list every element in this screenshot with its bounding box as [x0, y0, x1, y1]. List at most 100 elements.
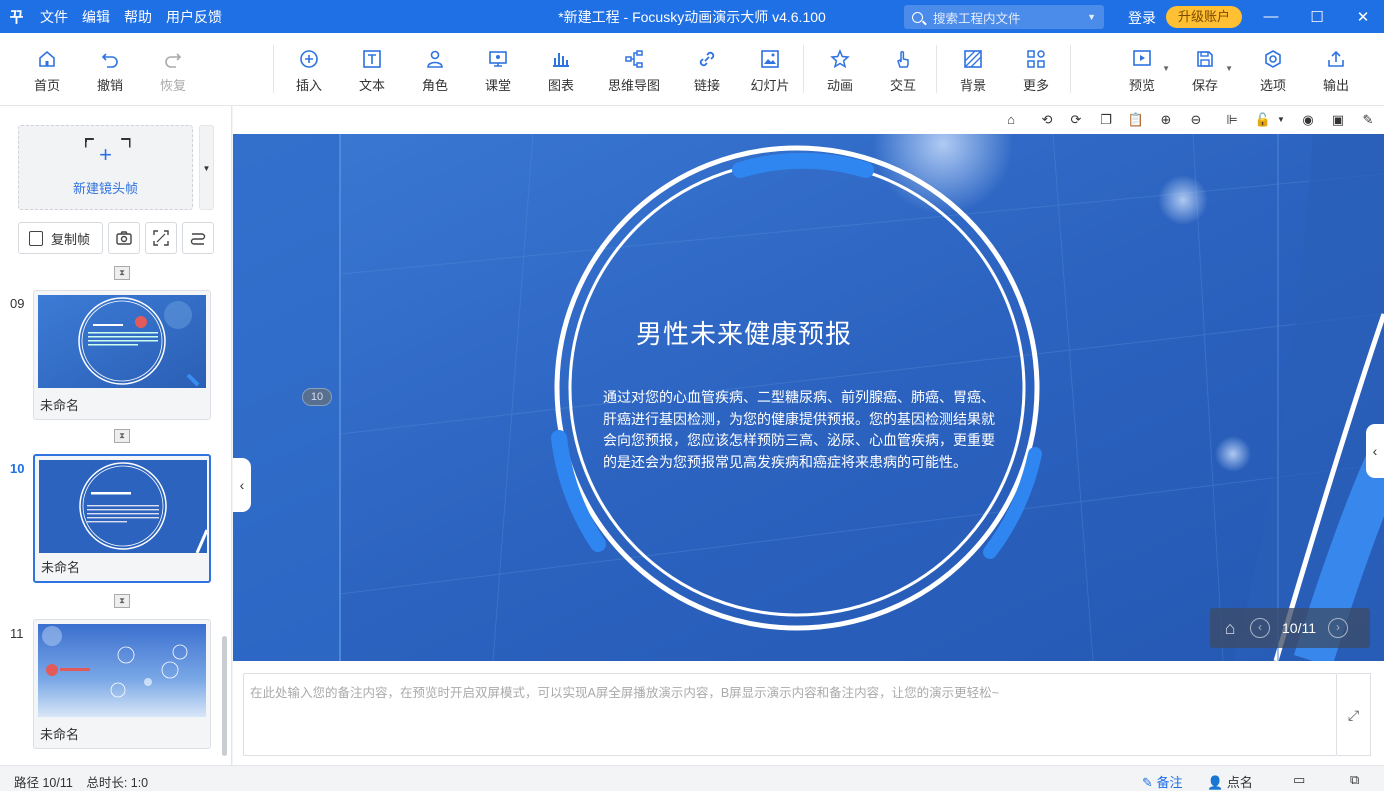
frame-preview	[38, 295, 206, 388]
menu-bar: 文件 编辑 帮助 用户反馈	[33, 7, 229, 27]
chevron-down-icon[interactable]: ▼	[1087, 12, 1096, 22]
frame-thumbnail-09[interactable]: 未命名	[33, 290, 211, 420]
title-bar: 꾸 文件 编辑 帮助 用户反馈 *新建工程 - Focusky动画演示大师 v4…	[0, 0, 1384, 33]
chart-button[interactable]: 图表	[531, 45, 591, 94]
copy-frame-button[interactable]: 复制帧	[18, 222, 103, 254]
replace-image-icon[interactable]: ▣	[1329, 111, 1347, 129]
camera-button[interactable]	[108, 222, 140, 254]
chevron-left-icon: ‹	[239, 477, 245, 493]
undo-button[interactable]: 撤销	[80, 45, 140, 94]
animation-button[interactable]: 动画	[810, 45, 870, 94]
frame-thumbnail-10[interactable]: 未命名	[33, 454, 211, 583]
notes-input[interactable]: 在此处输入您的备注内容，在预览时开启双屏模式，可以实现A屏全屏播放演示内容，B屏…	[243, 673, 1337, 756]
search-icon	[912, 11, 923, 23]
fit-frame-button[interactable]	[145, 222, 177, 254]
options-button[interactable]: 选项	[1243, 45, 1303, 94]
toolbar-divider	[936, 45, 937, 93]
login-button[interactable]: 登录	[1128, 8, 1156, 28]
zoom-out-icon[interactable]: ⊖	[1187, 111, 1205, 129]
frame-number: 10	[10, 461, 25, 476]
notes-toggle-button[interactable]: ✎ 备注	[1142, 772, 1183, 791]
transition-icon[interactable]: ⧗	[114, 266, 130, 280]
transition-icon[interactable]: ⧗	[114, 594, 130, 608]
chevron-down-icon[interactable]: ▼	[199, 125, 214, 210]
preview-label: 预览	[1128, 78, 1155, 93]
slide-body-text[interactable]: 通过对您的心血管疾病、二型糖尿病、前列腺癌、肺癌、胃癌、肝癌进行基因检测，为您的…	[603, 388, 995, 474]
zoom-in-icon[interactable]: ⊕	[1157, 111, 1175, 129]
path-order-button[interactable]	[182, 222, 214, 254]
edit-icon[interactable]: ✎	[1359, 111, 1377, 129]
transition-icon[interactable]: ⧗	[114, 429, 130, 443]
mindmap-button[interactable]: 思维导图	[603, 45, 665, 94]
minimize-icon[interactable]: —	[1248, 0, 1294, 33]
text-label: 文本	[358, 78, 385, 93]
grid-icon	[1027, 50, 1045, 68]
screenshot-icon[interactable]: ◉	[1299, 111, 1317, 129]
canvas-toolbar: ⌂ ⟲ ⟳ ❐ 📋 ⊕ ⊖ ⊫ 🔓 ▼ ◉ ▣ ✎	[233, 106, 1384, 134]
menu-edit[interactable]: 编辑	[75, 7, 117, 27]
new-frame-button[interactable]: + 新建镜头帧	[18, 125, 193, 210]
paste-icon[interactable]: 📋	[1127, 111, 1145, 129]
text-button[interactable]: 文本	[342, 45, 402, 94]
new-frame-label: 新建镜头帧	[72, 181, 138, 196]
path-order-icon	[190, 233, 206, 245]
interact-button[interactable]: 交互	[873, 45, 933, 94]
copy-icon[interactable]: ❐	[1097, 111, 1115, 129]
maximize-icon[interactable]: ☐	[1294, 0, 1340, 33]
chevron-left-icon[interactable]: ‹	[1250, 618, 1270, 638]
screen-icon[interactable]: ▭	[1293, 772, 1305, 788]
insert-button[interactable]: 插入	[279, 45, 339, 94]
expand-right-panel-button[interactable]: ‹	[1366, 424, 1384, 478]
play-icon	[1133, 50, 1151, 66]
menu-feedback[interactable]: 用户反馈	[159, 7, 229, 27]
preview-button[interactable]: 预览 ▼	[1112, 45, 1172, 94]
align-icon[interactable]: ⊫	[1223, 111, 1241, 129]
frame-name: 未命名	[41, 560, 81, 575]
text-icon	[363, 50, 381, 68]
collapse-left-panel-button[interactable]: ‹	[233, 458, 251, 512]
home-view-icon[interactable]: ⌂	[1002, 111, 1020, 129]
more-button[interactable]: 更多	[1006, 45, 1066, 94]
rotate-left-icon[interactable]: ⟲	[1038, 111, 1056, 129]
plus-circle-icon	[300, 50, 318, 68]
frame-name: 未命名	[40, 398, 80, 413]
roll-call-button[interactable]: 👤 点名	[1207, 772, 1253, 791]
search-input[interactable]: 搜索工程内文件 ▼	[904, 5, 1104, 29]
toolbar-divider	[803, 45, 804, 93]
interact-label: 交互	[889, 78, 916, 93]
roll-call-label: 点名	[1226, 775, 1253, 790]
link-icon	[699, 51, 715, 67]
path-badge[interactable]: 10	[302, 388, 332, 406]
slide-thumbnail	[38, 295, 206, 388]
menu-file[interactable]: 文件	[33, 7, 75, 27]
save-icon	[1197, 51, 1213, 67]
slide-title[interactable]: 男性未来健康预报	[636, 314, 852, 351]
export-button[interactable]: 输出	[1306, 45, 1366, 94]
frame-thumbnail-11[interactable]: 未命名	[33, 619, 211, 749]
home-icon[interactable]: ⌂	[1210, 618, 1250, 639]
copy-frame-label: 复制帧	[51, 231, 91, 247]
chevron-right-icon[interactable]: ›	[1328, 618, 1348, 638]
chevron-down-icon[interactable]: ▼	[1225, 64, 1233, 73]
background-button[interactable]: 背景	[943, 45, 1003, 94]
menu-help[interactable]: 帮助	[117, 7, 159, 27]
upgrade-button[interactable]: 升级账户	[1166, 6, 1242, 28]
window-mode-icon[interactable]: ⧉	[1350, 772, 1359, 788]
home-button[interactable]: 首页	[17, 45, 77, 94]
link-button[interactable]: 链接	[677, 45, 737, 94]
home-label: 首页	[33, 78, 60, 93]
class-button[interactable]: 课堂	[468, 45, 528, 94]
expand-notes-icon[interactable]: ⤢	[1337, 673, 1371, 756]
chevron-down-icon[interactable]: ▼	[1272, 111, 1290, 129]
frame-list-scrollbar[interactable]	[222, 636, 227, 756]
rotate-right-icon[interactable]: ⟳	[1067, 111, 1085, 129]
save-button[interactable]: 保存 ▼	[1175, 45, 1235, 94]
lock-icon[interactable]: 🔓	[1254, 111, 1272, 129]
redo-icon	[165, 53, 182, 68]
role-button[interactable]: 角色	[405, 45, 465, 94]
redo-button[interactable]: 恢复	[143, 45, 203, 94]
slides-button[interactable]: 幻灯片	[740, 45, 800, 94]
chevron-down-icon[interactable]: ▼	[1162, 64, 1170, 73]
star-icon	[830, 49, 850, 69]
close-icon[interactable]: ✕	[1340, 0, 1384, 33]
